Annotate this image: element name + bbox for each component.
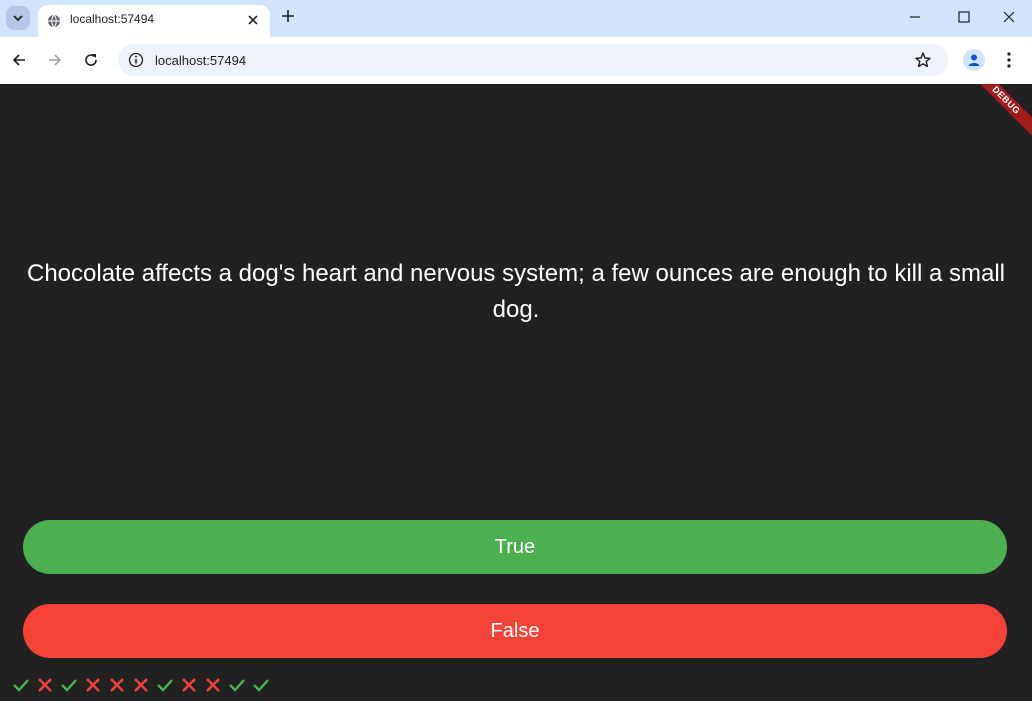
cross-icon [201, 675, 225, 695]
browser-tab[interactable]: localhost:57494 [38, 5, 270, 37]
maximize-icon[interactable] [957, 10, 971, 24]
cross-icon [33, 675, 57, 695]
bookmark-star-icon[interactable] [914, 51, 932, 69]
true-button[interactable]: True [23, 520, 1007, 574]
check-icon [225, 675, 249, 695]
close-icon[interactable] [246, 13, 260, 27]
check-icon [57, 675, 81, 695]
chevron-down-icon [13, 15, 23, 22]
minimize-icon[interactable] [908, 10, 922, 24]
question-text: Chocolate affects a dog's heart and nerv… [26, 260, 1006, 323]
false-button[interactable]: False [23, 604, 1007, 658]
url-text[interactable]: localhost:57494 [155, 53, 246, 68]
tab-search-button[interactable] [6, 6, 30, 30]
site-info-icon[interactable] [128, 52, 144, 68]
tab-strip: localhost:57494 [0, 0, 1032, 37]
address-bar[interactable]: localhost:57494 [118, 44, 948, 76]
cross-icon [81, 675, 105, 695]
person-icon [968, 54, 980, 66]
forward-arrow-icon[interactable] [47, 52, 63, 68]
cross-icon [105, 675, 129, 695]
plus-icon[interactable] [280, 8, 296, 24]
tab-title: localhost:57494 [70, 12, 155, 26]
score-keeper [9, 675, 273, 695]
reload-icon[interactable] [83, 52, 99, 68]
check-icon [249, 675, 273, 695]
back-arrow-icon[interactable] [11, 52, 27, 68]
globe-icon [48, 14, 60, 28]
check-icon [153, 675, 177, 695]
profile-avatar[interactable] [963, 49, 985, 71]
browser-toolbar: localhost:57494 [0, 37, 1032, 84]
window-close-icon[interactable] [1002, 10, 1016, 24]
cross-icon [177, 675, 201, 695]
check-icon [9, 675, 33, 695]
debug-banner: DEBUG [958, 84, 1032, 148]
more-vert-icon[interactable] [1006, 51, 1012, 69]
cross-icon [129, 675, 153, 695]
app-viewport: DEBUG Chocolate affects a dog's heart an… [0, 84, 1032, 701]
